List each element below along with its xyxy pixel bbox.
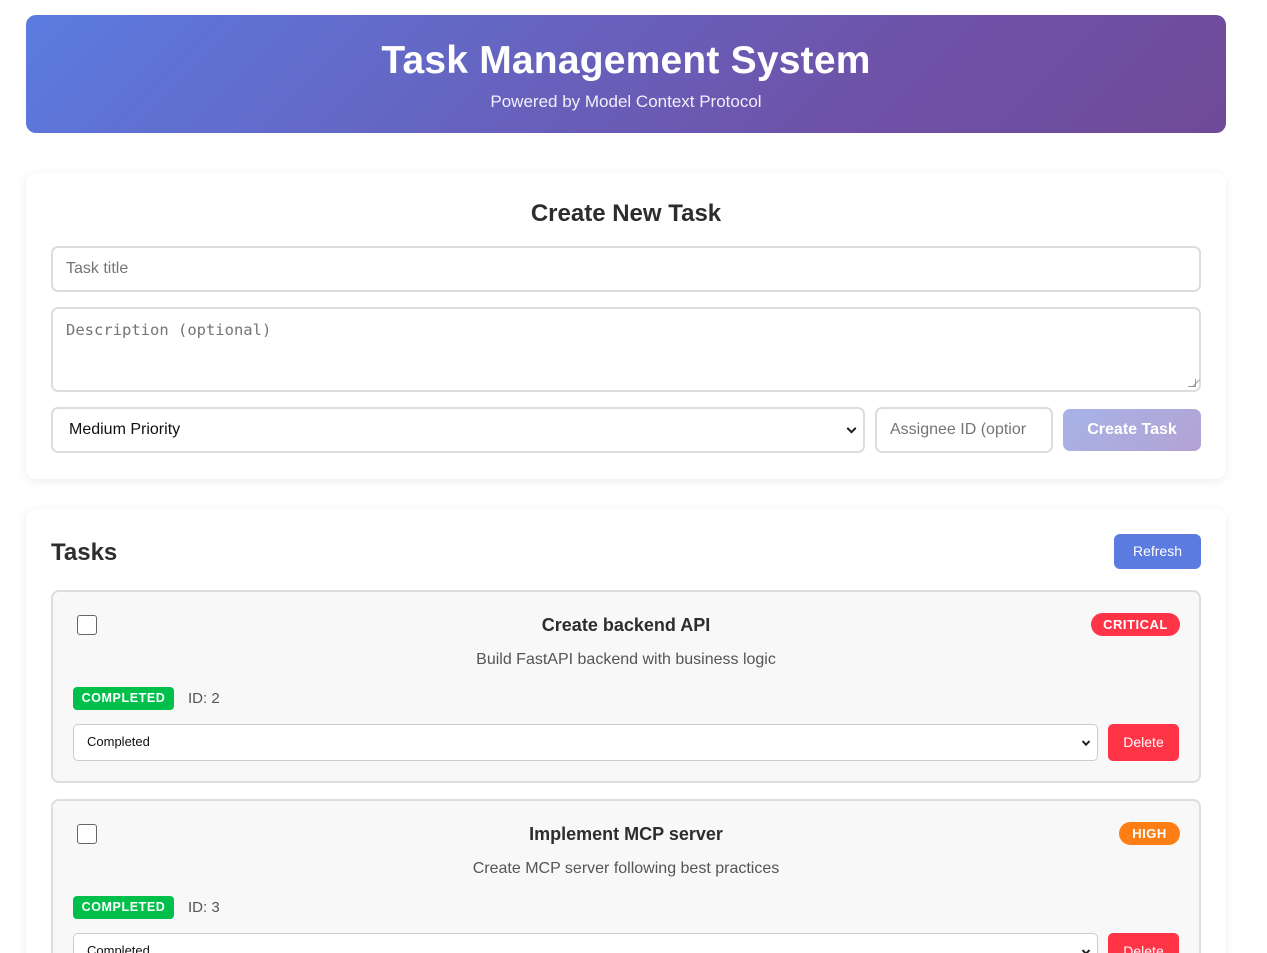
task-description-input[interactable]: Description (optional) — [51, 307, 1201, 392]
status-badge: COMPLETED — [73, 896, 174, 919]
task-title-input[interactable]: Task title — [51, 246, 1201, 292]
app-title: Task Management System — [381, 39, 871, 82]
task-id: ID: 2 — [188, 690, 220, 707]
priority-badge: CRITICAL — [1091, 613, 1180, 636]
app-header: Task Management System Powered by Model … — [26, 15, 1226, 133]
task-item: Implement MCP server HIGH Create MCP ser… — [51, 799, 1201, 953]
task-description-placeholder: Description (optional) — [66, 321, 272, 339]
task-id: ID: 3 — [188, 899, 220, 916]
assignee-id-input[interactable]: Assignee ID (optior — [875, 407, 1053, 453]
task-title: Implement MCP server — [529, 824, 723, 844]
priority-badge: HIGH — [1119, 822, 1180, 845]
task-description: Create MCP server following best practic… — [472, 860, 780, 877]
task-title: Create backend API — [541, 615, 711, 635]
app-subtitle: Powered by Model Context Protocol — [490, 92, 762, 111]
tasks-card: Tasks Refresh Create backend API CRITICA… — [26, 509, 1226, 953]
create-task-card: Create New Task Task title Description (… — [26, 173, 1226, 479]
chevron-down-icon — [846, 423, 857, 434]
chevron-down-icon — [1081, 737, 1091, 746]
tasks-heading: Tasks — [51, 539, 118, 566]
task-status-select-value: Completed — [87, 734, 150, 749]
chevron-down-icon — [1081, 946, 1091, 953]
create-task-button[interactable]: Create Task — [1063, 409, 1201, 451]
priority-select-value: Medium Priority — [69, 421, 181, 438]
assignee-id-placeholder: Assignee ID (optior — [890, 421, 1027, 438]
delete-task-button[interactable]: Delete — [1108, 724, 1179, 761]
refresh-button[interactable]: Refresh — [1114, 534, 1201, 569]
task-status-select[interactable]: Completed — [73, 724, 1098, 761]
task-item: Create backend API CRITICAL Build FastAP… — [51, 590, 1201, 783]
task-title-placeholder: Task title — [66, 260, 129, 277]
resize-grip-icon[interactable] — [1188, 379, 1196, 387]
task-status-select-value: Completed — [87, 943, 150, 953]
delete-task-button[interactable]: Delete — [1108, 933, 1179, 953]
page: Task Management System Powered by Model … — [0, 0, 1267, 953]
priority-select[interactable]: Medium Priority — [51, 407, 865, 453]
task-description: Build FastAPI backend with business logi… — [476, 651, 776, 668]
status-badge: COMPLETED — [73, 687, 174, 710]
task-status-select[interactable]: Completed — [73, 933, 1098, 953]
create-task-heading: Create New Task — [530, 200, 722, 227]
